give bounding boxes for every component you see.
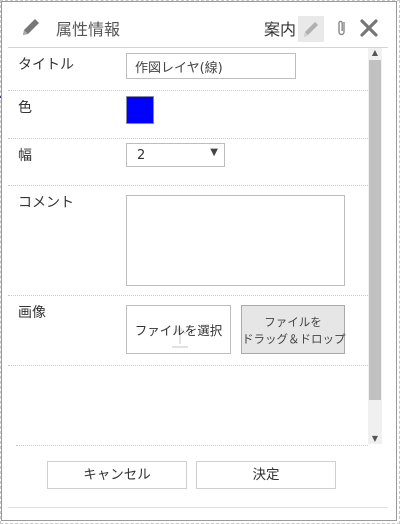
dialog-header: 属性情報 案内 xyxy=(8,8,388,48)
form-body: タイトル 色 幅 2 ▼ コメント 画像 ファイルを選択 ファイルを ドラッグ＆… xyxy=(8,48,368,444)
color-swatch[interactable] xyxy=(126,96,154,124)
scroll-up-icon[interactable]: ▲ xyxy=(368,48,382,58)
scroll-down-icon[interactable]: ▼ xyxy=(368,434,382,444)
comment-label: コメント xyxy=(18,195,74,211)
cancel-button[interactable]: キャンセル xyxy=(47,461,187,489)
bottom-divider xyxy=(8,507,388,508)
file-select-label: ファイルを選択 xyxy=(134,323,223,338)
form-row-title: タイトル xyxy=(8,48,368,91)
form-row-color: 色 xyxy=(8,91,368,139)
image-label: 画像 xyxy=(18,305,46,321)
form-row-comment: コメント xyxy=(8,186,368,296)
width-select[interactable]: 2 ▼ xyxy=(126,143,225,167)
form-row-width: 幅 2 ▼ xyxy=(8,139,368,186)
comment-textarea[interactable] xyxy=(126,195,345,286)
title-label: タイトル xyxy=(18,57,74,73)
close-icon[interactable] xyxy=(357,16,381,40)
scrollbar-thumb[interactable] xyxy=(369,60,381,400)
ok-button[interactable]: 決定 xyxy=(196,461,336,489)
file-select-button[interactable]: ファイルを選択 xyxy=(126,305,231,354)
pencil-button[interactable] xyxy=(298,16,324,42)
title-input[interactable] xyxy=(126,53,296,79)
drop-zone-label-line2: ドラッグ＆ドロップ xyxy=(242,332,346,346)
form-row-image: 画像 ファイルを選択 ファイルを ドラッグ＆ドロップ xyxy=(8,296,368,366)
footer-divider xyxy=(16,445,368,447)
chevron-down-icon: ▼ xyxy=(210,147,218,158)
pencil-icon xyxy=(304,22,318,37)
width-label: 幅 xyxy=(18,148,32,164)
dialog-title: 属性情報 xyxy=(56,20,121,39)
guide-link[interactable]: 案内 xyxy=(264,16,296,40)
edit-icon xyxy=(23,19,39,35)
width-select-value: 2 xyxy=(137,148,146,163)
form-scrollbar[interactable]: ▲ ▼ xyxy=(368,48,382,444)
file-drop-zone[interactable]: ファイルを ドラッグ＆ドロップ xyxy=(241,305,346,354)
paperclip-icon[interactable] xyxy=(335,18,349,38)
drop-zone-label-line1: ファイルを xyxy=(264,315,322,329)
color-label: 色 xyxy=(18,100,32,116)
